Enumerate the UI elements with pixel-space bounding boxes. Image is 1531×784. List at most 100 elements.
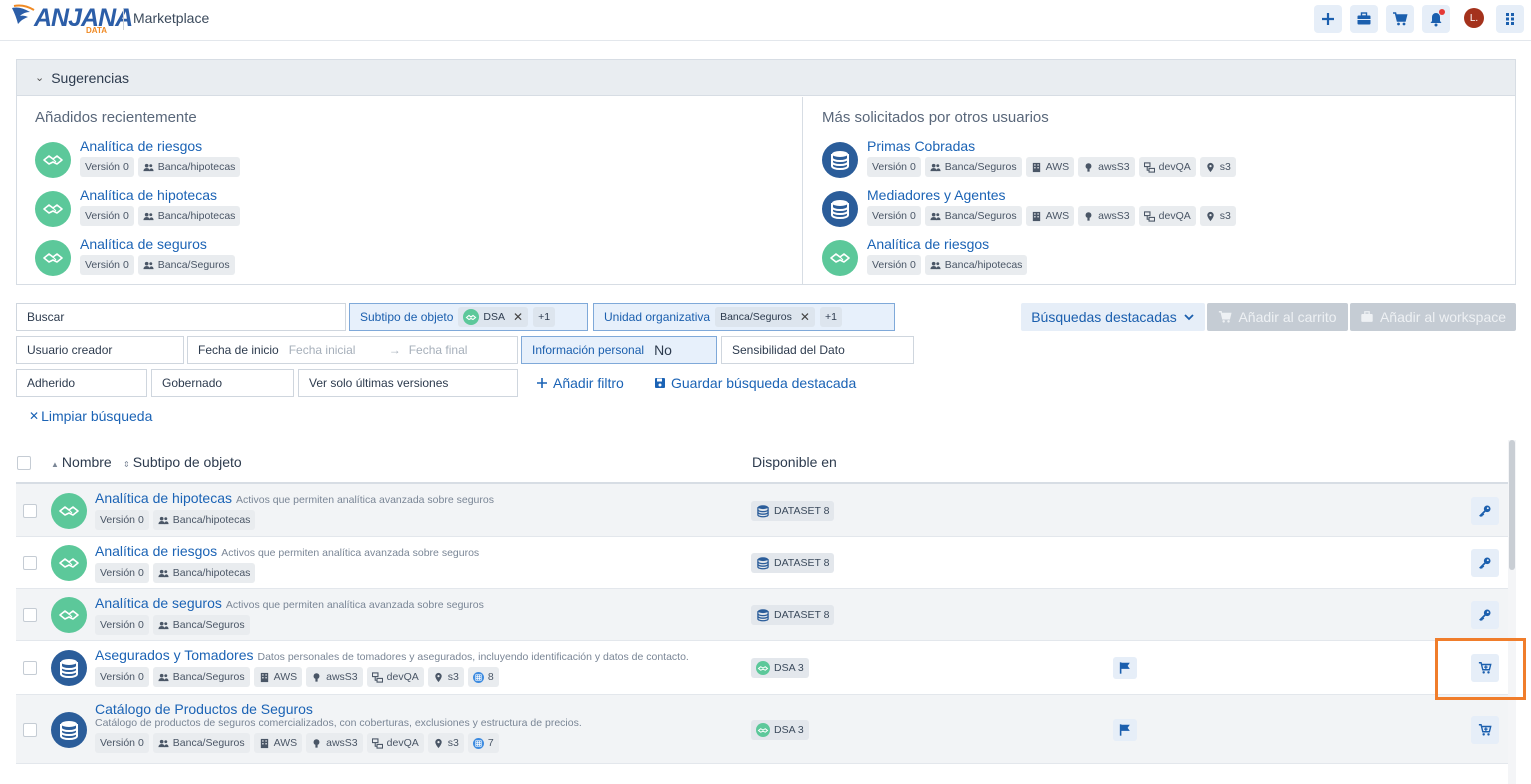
- personal-info-filter[interactable]: Información personal No: [521, 336, 717, 364]
- tag-chip-label: Banca/hipotecas: [944, 259, 1023, 271]
- row-checkbox[interactable]: [23, 722, 37, 737]
- tag-chip-label: Banca/Seguros: [172, 737, 245, 749]
- add-to-cart-button[interactable]: Añadir al carrito: [1207, 303, 1348, 331]
- date-from-input[interactable]: Fecha inicial: [289, 343, 385, 357]
- org-unit-more-chip[interactable]: +1: [819, 307, 842, 327]
- subtype-chip[interactable]: DSA ✕: [458, 307, 529, 327]
- anjana-logo[interactable]: ANJANA DATA: [8, 2, 133, 36]
- notification-dot: [1439, 9, 1445, 15]
- column-subtype-header[interactable]: ⇕ Subtipo de objeto: [123, 454, 242, 470]
- plus-icon: [1322, 13, 1334, 25]
- table-row[interactable]: Analítica de riesgos Activos que permiten…: [16, 537, 1508, 589]
- add-to-cart-row-button[interactable]: [1471, 654, 1499, 682]
- request-access-button[interactable]: [1471, 601, 1499, 629]
- featured-searches-button[interactable]: Búsquedas destacadas: [1021, 303, 1205, 331]
- table-row[interactable]: Analítica de hipotecas Activos que permit…: [16, 484, 1508, 537]
- suggestions-toggle[interactable]: ⌄ Sugerencias: [17, 60, 1515, 96]
- creator-filter[interactable]: Usuario creador: [16, 336, 184, 364]
- row-name-link[interactable]: Analítica de seguros Activos que permiten…: [95, 595, 484, 611]
- table-row[interactable]: Analítica de seguros Activos que permiten…: [16, 589, 1508, 641]
- flag-icon: [1118, 661, 1132, 675]
- column-available-header: Disponible en: [752, 454, 837, 470]
- start-date-label: Fecha de inicio: [198, 343, 279, 357]
- subtype-filter[interactable]: Subtipo de objeto DSA ✕ +1: [349, 303, 588, 331]
- sensitivity-label: Sensibilidad del Dato: [732, 343, 845, 357]
- sensitivity-filter[interactable]: Sensibilidad del Dato: [721, 336, 914, 364]
- flag-button[interactable]: [1113, 657, 1137, 679]
- row-name-link[interactable]: Analítica de hipotecas Activos que permit…: [95, 490, 494, 506]
- tag-chip-label: Banca/hipotecas: [172, 514, 251, 526]
- suggestion-item: Mediadores y Agentes Versión 0 Banca/Segu…: [822, 187, 1512, 232]
- table-row[interactable]: Asegurados y Tomadores Datos personales d…: [16, 641, 1508, 695]
- recent-title: Añadidos recientemente: [35, 109, 197, 126]
- request-access-button[interactable]: [1471, 549, 1499, 577]
- tag-chip-label: devQA: [1158, 161, 1191, 173]
- flag-button[interactable]: [1113, 718, 1137, 741]
- search-input[interactable]: Buscar: [16, 303, 346, 331]
- database-icon: [756, 608, 770, 622]
- start-date-filter[interactable]: Fecha de inicio Fecha inicial → Fecha fi…: [187, 336, 518, 364]
- row-name-link[interactable]: Asegurados y Tomadores Datos personales d…: [95, 647, 689, 663]
- select-all-checkbox[interactable]: [17, 456, 31, 470]
- notifications-button[interactable]: [1422, 5, 1450, 33]
- tag-chip-label: Versión 0: [85, 259, 129, 271]
- cart-icon: [1393, 12, 1408, 26]
- adhered-filter[interactable]: Adherido: [16, 369, 147, 397]
- suggestion-link[interactable]: Analítica de riesgos: [80, 138, 202, 154]
- add-to-workspace-button[interactable]: Añadir al workspace: [1350, 303, 1516, 331]
- row-name-link[interactable]: Catálogo de Productos de Seguros: [95, 701, 313, 717]
- tag-chip-label: devQA: [386, 737, 419, 749]
- tag-chip: Banca/Seguros: [152, 615, 250, 635]
- tag-chip: Banca/hipotecas: [152, 510, 256, 530]
- suggestion-link[interactable]: Primas Cobradas: [867, 138, 975, 154]
- subtype-more-chip[interactable]: +1: [533, 307, 556, 327]
- save-search-button[interactable]: Guardar búsqueda destacada: [654, 375, 856, 391]
- group-icon: [143, 162, 154, 173]
- tag-chip-label: Versión 0: [872, 210, 916, 222]
- suggestion-link[interactable]: Analítica de riesgos: [867, 236, 989, 252]
- recent-column: Añadidos recientemente Analítica de ries…: [17, 97, 803, 285]
- row-checkbox[interactable]: [23, 608, 37, 622]
- workspace-button[interactable]: [1350, 5, 1378, 33]
- user-avatar[interactable]: L.: [1464, 8, 1484, 28]
- available-badge: DATASET 8: [751, 605, 835, 625]
- governed-label: Gobernado: [162, 376, 223, 390]
- latest-versions-filter[interactable]: Ver solo últimas versiones: [298, 369, 518, 397]
- row-name-link[interactable]: Analítica de riesgos Activos que permiten…: [95, 543, 479, 559]
- row-checkbox[interactable]: [23, 661, 37, 675]
- group-icon: [930, 260, 941, 271]
- add-button[interactable]: [1314, 5, 1342, 33]
- add-to-cart-row-button[interactable]: [1471, 715, 1499, 744]
- org-unit-chip[interactable]: Banca/Seguros ✕: [715, 307, 815, 327]
- suggestion-link[interactable]: Analítica de hipotecas: [80, 187, 217, 203]
- latest-versions-label: Ver solo últimas versiones: [309, 376, 449, 390]
- available-badge-label: DSA 3: [774, 662, 804, 674]
- cart-button[interactable]: [1386, 5, 1414, 33]
- remove-org-unit-icon[interactable]: ✕: [800, 310, 810, 324]
- governed-filter[interactable]: Gobernado: [151, 369, 294, 397]
- apps-menu-button[interactable]: [1496, 5, 1524, 33]
- remove-subtype-icon[interactable]: ✕: [513, 310, 523, 324]
- add-filter-button[interactable]: Añadir filtro: [536, 375, 624, 391]
- tag-chip: 7: [467, 733, 499, 753]
- table-row[interactable]: Catálogo de Productos de Seguros Catálog…: [16, 695, 1508, 764]
- suggestion-link[interactable]: Mediadores y Agentes: [867, 187, 1006, 203]
- group-icon: [143, 211, 154, 222]
- clear-search-button[interactable]: ✕ Limpiar búsqueda: [29, 408, 152, 424]
- org-unit-filter[interactable]: Unidad organizativa Banca/Seguros ✕ +1: [593, 303, 895, 331]
- tag-chip-label: Banca/Seguros: [944, 161, 1017, 173]
- scrollbar-thumb[interactable]: [1509, 440, 1515, 570]
- tag-chip: s3: [427, 667, 464, 687]
- tag-chip-label: Banca/Seguros: [172, 671, 245, 683]
- row-checkbox[interactable]: [23, 503, 37, 518]
- row-checkbox[interactable]: [23, 556, 37, 570]
- suggestion-item: Analítica de riesgos Versión 0 Banca/hipo…: [822, 236, 1512, 281]
- column-name-header[interactable]: ▲ Nombre: [51, 454, 112, 470]
- date-to-input[interactable]: Fecha final: [409, 343, 468, 357]
- tag-chip-label: Banca/Seguros: [157, 259, 230, 271]
- arrow-right-icon: →: [388, 343, 401, 357]
- suggestion-link[interactable]: Analítica de seguros: [80, 236, 207, 252]
- popular-title: Más solicitados por otros usuarios: [822, 109, 1049, 126]
- tag-chip: Banca/hipotecas: [924, 255, 1028, 275]
- request-access-button[interactable]: [1471, 496, 1499, 525]
